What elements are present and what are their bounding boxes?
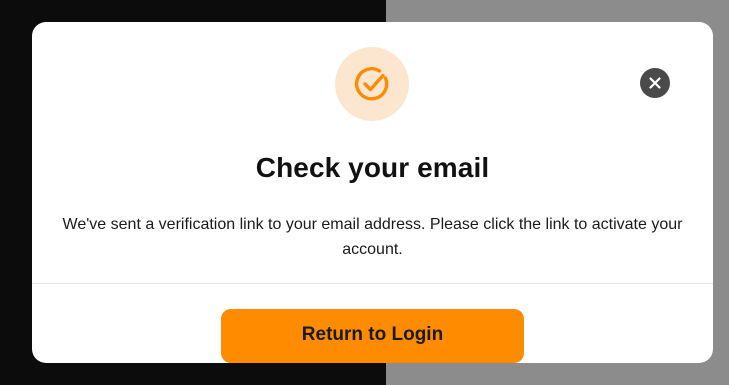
return-to-login-label: Return to Login — [301, 323, 444, 345]
return-to-login-button[interactable]: Return to Login — [221, 309, 524, 363]
verification-dialog: Check your email We've sent a verificati… — [32, 22, 713, 363]
close-icon — [649, 77, 661, 89]
status-icon-badge — [335, 47, 409, 121]
close-button[interactable] — [640, 68, 670, 98]
dialog-message: We've sent a verification link to your e… — [62, 216, 683, 258]
dialog-title: Check your email — [255, 152, 490, 183]
check-circle-icon — [354, 67, 389, 101]
divider — [32, 283, 713, 284]
